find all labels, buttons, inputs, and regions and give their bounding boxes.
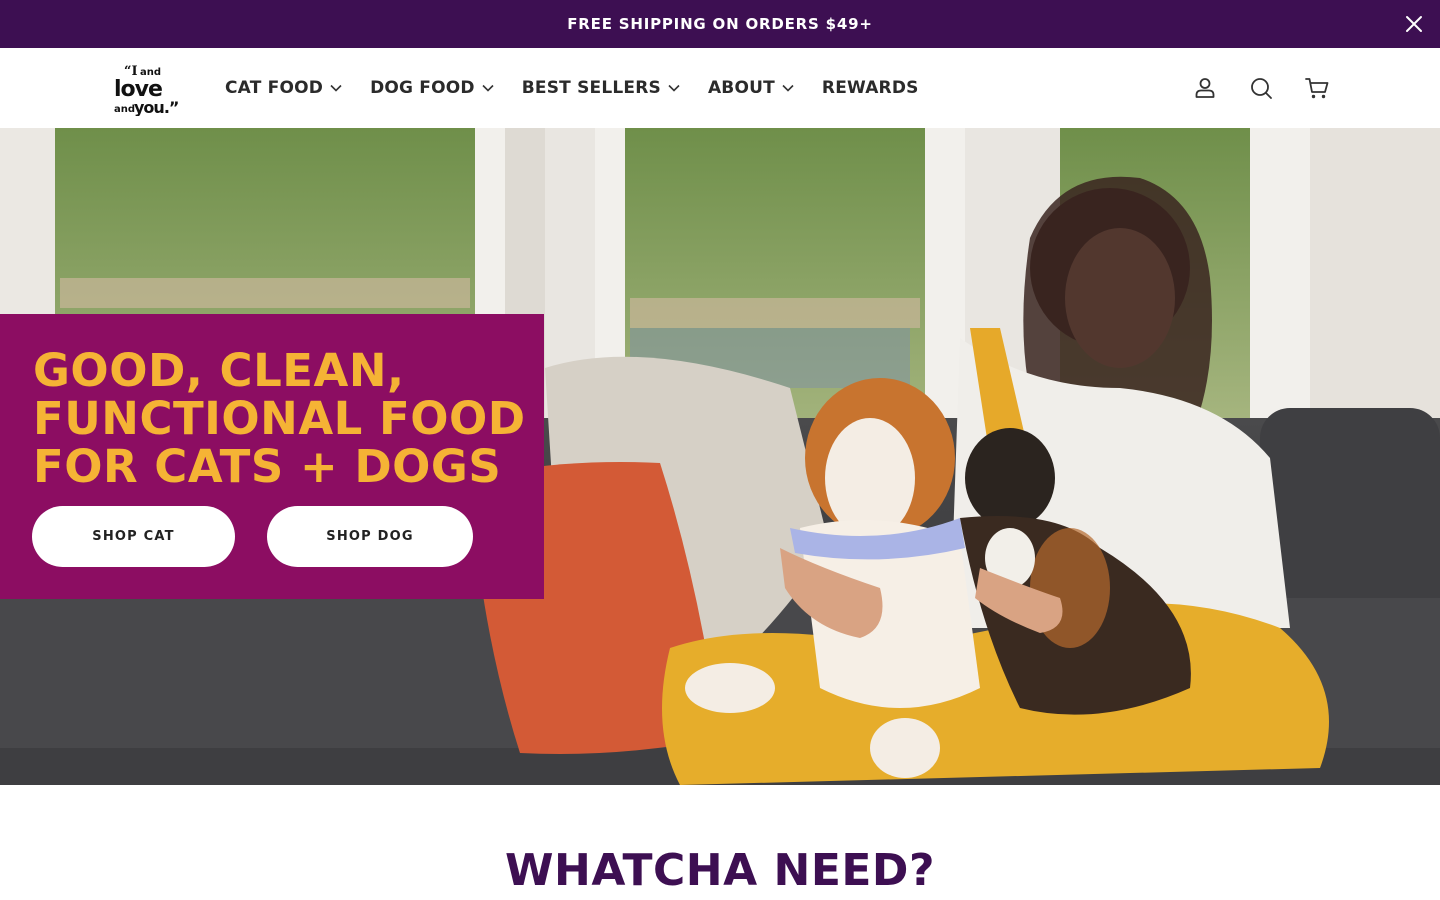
nav-label: DOG FOOD [370,78,475,98]
svg-text:you.”: you.” [134,98,178,116]
chevron-down-icon [482,84,494,92]
announcement-bar: FREE SHIPPING ON ORDERS $49+ [0,0,1440,48]
hero-title-line: FOR CATS + DOGS [33,440,502,493]
search-icon[interactable] [1248,75,1274,101]
chevron-down-icon [782,84,794,92]
nav-item-about[interactable]: ABOUT [708,78,794,98]
nav-label: BEST SELLERS [521,78,661,98]
nav-item-cat-food[interactable]: CAT FOOD [225,78,342,98]
hero-title-line: FUNCTIONAL FOOD [33,392,526,445]
chevron-down-icon [668,84,680,92]
nav-label: ABOUT [707,78,775,98]
brand-logo[interactable]: “I and love and you.” [112,62,178,116]
hero-panel: GOOD, CLEAN, FUNCTIONAL FOOD FOR CATS + … [0,314,544,599]
main-nav: CAT FOOD DOG FOOD BEST SELLERS ABOUT REW… [225,48,947,128]
section-heading: WHATCHA NEED? [505,845,935,896]
chevron-down-icon [330,84,342,92]
hero-section: GOOD, CLEAN, FUNCTIONAL FOOD FOR CATS + … [0,128,1440,785]
header-icons [1162,48,1330,128]
close-icon[interactable] [1402,12,1426,36]
nav-item-rewards[interactable]: REWARDS [822,78,919,98]
cart-icon[interactable] [1304,75,1330,101]
nav-label: CAT FOOD [225,78,324,98]
hero-title: GOOD, CLEAN, FUNCTIONAL FOOD FOR CATS + … [33,347,533,491]
announcement-text: FREE SHIPPING ON ORDERS $49+ [567,15,873,33]
account-icon[interactable] [1192,75,1218,101]
svg-text:and: and [114,104,135,115]
shop-cat-button[interactable]: SHOP CAT [32,506,235,567]
nav-item-dog-food[interactable]: DOG FOOD [370,78,494,98]
site-header: “I and love and you.” CAT FOOD DOG FOOD … [0,48,1440,128]
shop-dog-button[interactable]: SHOP DOG [267,506,473,567]
nav-label: REWARDS [821,78,919,98]
hero-title-line: GOOD, CLEAN, [33,344,405,397]
nav-item-best-sellers[interactable]: BEST SELLERS [522,78,680,98]
